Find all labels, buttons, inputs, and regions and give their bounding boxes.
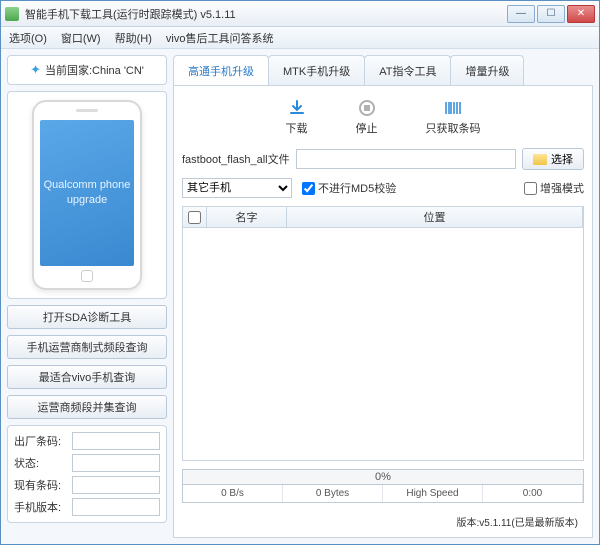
version-footer: 版本:v5.1.11(已是最新版本) [182,511,584,529]
browse-label: 选择 [551,151,573,167]
menu-vivo[interactable]: vivo售后工具问答系统 [166,30,274,46]
band-union-button[interactable]: 运营商频段并集查询 [7,395,167,419]
right-panel: 高通手机升级 MTK手机升级 AT指令工具 增量升级 下载 [173,55,593,538]
file-label: fastboot_flash_all文件 [182,151,290,167]
no-md5-checkbox[interactable]: 不进行MD5校验 [302,180,396,196]
window-controls: — ☐ ✕ [507,5,595,23]
titlebar: 智能手机下载工具(运行时跟踪模式) v5.1.11 — ☐ ✕ [1,1,599,27]
barcode-icon [443,98,463,118]
file-grid: 名字 位置 [182,206,584,461]
file-row: fastboot_flash_all文件 选择 [182,148,584,170]
phone-preview-box: Qualcomm phone upgrade [7,91,167,299]
grid-header-check[interactable] [183,207,207,227]
select-all-checkbox[interactable] [188,211,201,224]
status1-label: 状态: [14,455,68,471]
phone-mockup: Qualcomm phone upgrade [32,100,142,290]
folder-icon [533,154,547,165]
download-icon [287,98,307,118]
no-md5-input[interactable] [302,182,315,195]
status-row: 0 B/s 0 Bytes High Speed 0:00 [182,485,584,503]
factory-code-input[interactable] [72,432,160,450]
info-panel: 出厂条码: 状态: 现有条码: 手机版本: [7,425,167,523]
minimize-button[interactable]: — [507,5,535,23]
action-row: 下载 停止 只获取条码 [182,94,584,140]
grid-header-location[interactable]: 位置 [287,207,583,227]
enhanced-label: 增强模式 [540,180,584,196]
open-sda-button[interactable]: 打开SDA诊断工具 [7,305,167,329]
country-icon: ✦ [30,62,41,78]
menubar: 选项(O) 窗口(W) 帮助(H) vivo售后工具问答系统 [1,27,599,49]
barcode-label: 只获取条码 [426,120,481,136]
country-label: 当前国家:China 'CN' [45,62,144,78]
current-code-input[interactable] [72,476,160,494]
barcode-action[interactable]: 只获取条码 [426,98,481,136]
download-action[interactable]: 下载 [286,98,308,136]
progress-bar: 0% [182,469,584,485]
status-speed: 0 B/s [183,485,283,502]
progress-percent: 0% [375,471,391,483]
status-bytes: 0 Bytes [283,485,383,502]
vivo-query-button[interactable]: 最适合vivo手机查询 [7,365,167,389]
grid-body[interactable] [182,228,584,461]
menu-help[interactable]: 帮助(H) [115,30,152,46]
phone-home-button [81,270,93,282]
no-md5-label: 不进行MD5校验 [318,180,396,196]
browse-button[interactable]: 选择 [522,148,584,170]
stop-label: 停止 [356,120,378,136]
content-area: ✦ 当前国家:China 'CN' Qualcomm phone upgrade… [1,49,599,544]
file-path-input[interactable] [296,149,516,169]
enhanced-checkbox[interactable]: 增强模式 [524,180,584,196]
app-window: 智能手机下载工具(运行时跟踪模式) v5.1.11 — ☐ ✕ 选项(O) 窗口… [0,0,600,545]
download-label: 下载 [286,120,308,136]
country-box: ✦ 当前国家:China 'CN' [7,55,167,85]
phone-screen-text: Qualcomm phone upgrade [40,178,134,209]
current-code-label: 现有条码: [14,477,68,493]
phone-screen: Qualcomm phone upgrade [40,120,134,266]
progress-section: 0% 0 B/s 0 Bytes High Speed 0:00 [182,469,584,503]
enhanced-input[interactable] [524,182,537,195]
phone-speaker [76,109,98,112]
status-time: 0:00 [483,485,583,502]
menu-options[interactable]: 选项(O) [9,30,47,46]
phone-ver-input[interactable] [72,498,160,516]
tab-mtk[interactable]: MTK手机升级 [268,55,365,85]
carrier-band-button[interactable]: 手机运营商制式频段查询 [7,335,167,359]
close-button[interactable]: ✕ [567,5,595,23]
left-panel: ✦ 当前国家:China 'CN' Qualcomm phone upgrade… [7,55,167,538]
phone-ver-label: 手机版本: [14,499,68,515]
grid-header-name[interactable]: 名字 [207,207,287,227]
status1-input[interactable] [72,454,160,472]
grid-header: 名字 位置 [182,206,584,228]
maximize-button[interactable]: ☐ [537,5,565,23]
options-row: 其它手机 不进行MD5校验 增强模式 [182,178,584,198]
stop-icon [357,98,377,118]
tab-qualcomm[interactable]: 高通手机升级 [173,55,269,85]
window-title: 智能手机下载工具(运行时跟踪模式) v5.1.11 [25,6,507,22]
menu-window[interactable]: 窗口(W) [61,30,101,46]
tab-at[interactable]: AT指令工具 [364,55,451,85]
device-select[interactable]: 其它手机 [182,178,292,198]
status-mode: High Speed [383,485,483,502]
tab-bar: 高通手机升级 MTK手机升级 AT指令工具 增量升级 [173,55,593,85]
factory-code-label: 出厂条码: [14,433,68,449]
tab-delta[interactable]: 增量升级 [450,55,524,85]
tab-content: 下载 停止 只获取条码 [173,85,593,538]
stop-action[interactable]: 停止 [356,98,378,136]
app-icon [5,7,19,21]
